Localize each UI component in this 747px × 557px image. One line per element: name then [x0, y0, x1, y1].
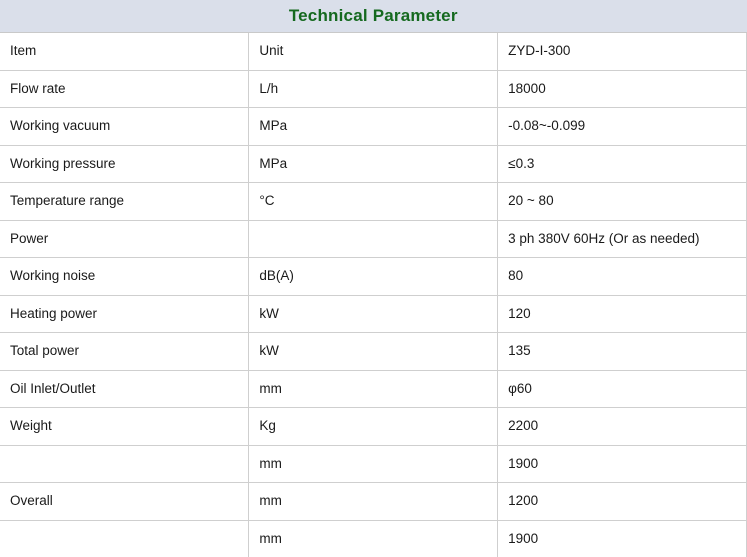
- table-row: Temperature range°C20 ~ 80: [0, 183, 747, 221]
- table-row: mm1900: [0, 445, 747, 483]
- cell-item: Temperature range: [0, 183, 249, 221]
- cell-item: Working pressure: [0, 145, 249, 183]
- cell-unit: MPa: [249, 108, 498, 146]
- table-row: Flow rateL/h18000: [0, 70, 747, 108]
- cell-unit: Unit: [249, 33, 498, 71]
- cell-item: Total power: [0, 333, 249, 371]
- cell-item: Oil Inlet/Outlet: [0, 370, 249, 408]
- cell-item: [0, 445, 249, 483]
- cell-unit: mm: [249, 445, 498, 483]
- table-row: Heating powerkW120: [0, 295, 747, 333]
- cell-unit: mm: [249, 483, 498, 521]
- cell-item: Flow rate: [0, 70, 249, 108]
- cell-value: 20 ~ 80: [498, 183, 747, 221]
- cell-item: Weight: [0, 408, 249, 446]
- cell-value: 135: [498, 333, 747, 371]
- table-row: Oil Inlet/Outletmmφ60: [0, 370, 747, 408]
- cell-unit: Kg: [249, 408, 498, 446]
- cell-item: Working vacuum: [0, 108, 249, 146]
- cell-unit: [249, 220, 498, 258]
- table-row: WeightKg2200: [0, 408, 747, 446]
- table-rows-container: ItemUnitZYD-I-300Flow rateL/h18000Workin…: [0, 33, 747, 557]
- cell-unit: kW: [249, 295, 498, 333]
- page-title: Technical Parameter: [0, 0, 747, 33]
- table-body: Technical Parameter: [0, 0, 747, 33]
- table-row: mm1900: [0, 520, 747, 557]
- table-row: Power 3 ph 380V 60Hz (Or as needed): [0, 220, 747, 258]
- cell-value: -0.08~-0.099: [498, 108, 747, 146]
- cell-item: Heating power: [0, 295, 249, 333]
- cell-unit: °C: [249, 183, 498, 221]
- cell-unit: MPa: [249, 145, 498, 183]
- cell-unit: mm: [249, 370, 498, 408]
- cell-value: 1900: [498, 520, 747, 557]
- table-title-row: Technical Parameter: [0, 0, 747, 33]
- cell-unit: mm: [249, 520, 498, 557]
- technical-parameter-table: Technical Parameter ItemUnitZYD-I-300Flo…: [0, 0, 747, 557]
- cell-value: 2200: [498, 408, 747, 446]
- cell-value: ZYD-I-300: [498, 33, 747, 71]
- table-row: Working noisedB(A)80: [0, 258, 747, 296]
- cell-item: Power: [0, 220, 249, 258]
- cell-item: Item: [0, 33, 249, 71]
- cell-value: 18000: [498, 70, 747, 108]
- cell-value: 1900: [498, 445, 747, 483]
- table-row: Total powerkW135: [0, 333, 747, 371]
- table-row: Overallmm1200: [0, 483, 747, 521]
- cell-value: 3 ph 380V 60Hz (Or as needed): [498, 220, 747, 258]
- cell-value: 1200: [498, 483, 747, 521]
- table-row: Working vacuumMPa-0.08~-0.099: [0, 108, 747, 146]
- cell-item: Overall: [0, 483, 249, 521]
- cell-unit: L/h: [249, 70, 498, 108]
- table-row: Working pressureMPa≤0.3: [0, 145, 747, 183]
- cell-value: 120: [498, 295, 747, 333]
- cell-unit: kW: [249, 333, 498, 371]
- cell-value: 80: [498, 258, 747, 296]
- cell-value: φ60: [498, 370, 747, 408]
- cell-value: ≤0.3: [498, 145, 747, 183]
- cell-item: [0, 520, 249, 557]
- table-row: ItemUnitZYD-I-300: [0, 33, 747, 71]
- cell-unit: dB(A): [249, 258, 498, 296]
- cell-item: Working noise: [0, 258, 249, 296]
